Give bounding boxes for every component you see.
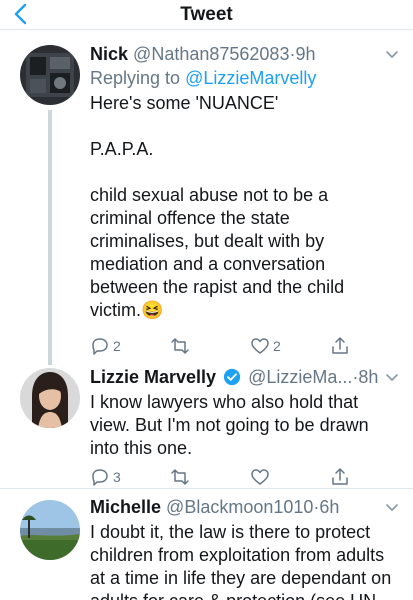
tweet-line: view. But I'm not going to be drawn — [90, 415, 369, 435]
share-icon — [332, 337, 348, 354]
tweet-header: Nick @Nathan87562083·9h — [90, 44, 403, 68]
chevron-down-icon[interactable] — [385, 371, 399, 385]
tweet-line: I know lawyers who also hold that — [90, 392, 359, 412]
chevron-down-icon[interactable] — [385, 48, 399, 62]
replying-to: Replying to @LizzieMarvelly — [90, 68, 403, 92]
retweet-icon — [171, 469, 189, 485]
reply-icon — [92, 338, 108, 355]
thread-line — [48, 110, 52, 365]
retweet-button[interactable] — [170, 335, 190, 357]
tweet-header: Lizzie Marvelly @LizzieMa...·8h — [90, 367, 403, 391]
retweet-button[interactable] — [170, 466, 190, 488]
page-title: Tweet — [180, 4, 233, 25]
share-icon — [332, 468, 348, 485]
reply-count: 3 — [113, 469, 121, 485]
tweet-lizzie[interactable]: Lizzie Marvelly @LizzieMa...·8h I know l… — [0, 365, 413, 490]
share-button[interactable] — [330, 335, 350, 357]
display-name[interactable]: Lizzie Marvelly — [90, 367, 216, 387]
tweet-line: criminal offence the state — [90, 208, 290, 228]
avatar[interactable] — [20, 45, 80, 105]
reply-button[interactable]: 3 — [90, 466, 121, 488]
timestamp: 6h — [319, 497, 340, 517]
like-button[interactable] — [250, 466, 270, 488]
avatar[interactable] — [20, 500, 80, 560]
top-nav-bar: Tweet — [0, 0, 413, 30]
tweet-line: into this one. — [90, 438, 193, 458]
replying-to-mention[interactable]: @LizzieMarvelly — [185, 68, 316, 88]
like-count: 2 — [273, 338, 281, 354]
tweet-line: at a time in life they are dependant on — [90, 568, 392, 588]
user-handle[interactable]: @Blackmoon1010 — [166, 497, 313, 517]
timestamp: 8h — [358, 367, 379, 387]
timestamp: 9h — [295, 44, 316, 64]
tweet-line: mediation and a conversation — [90, 254, 326, 274]
display-name[interactable]: Nick — [90, 44, 128, 64]
like-button[interactable]: 2 — [250, 335, 281, 357]
tweet-actions: 3 — [90, 466, 390, 488]
tweet-nick[interactable]: Nick @Nathan87562083·9h Replying to @Liz… — [0, 30, 413, 365]
tweet-line: between the rapist and the child — [90, 277, 345, 297]
tweet-line: P.A.P.A. — [90, 139, 154, 159]
tweet-text: I know lawyers who also hold that view. … — [90, 391, 403, 460]
tweet-line: Here's some 'NUANCE' — [90, 93, 279, 113]
heart-icon — [251, 469, 269, 485]
tweet-actions: 2 2 — [90, 335, 390, 357]
tweet-text: Here's some 'NUANCE' P.A.P.A. child sexu… — [90, 92, 403, 322]
share-button[interactable] — [330, 466, 350, 488]
tweet-michelle[interactable]: Michelle @Blackmoon1010·6h I doubt it, t… — [0, 489, 413, 600]
reply-count: 2 — [113, 338, 121, 354]
user-handle[interactable]: @LizzieMa... — [248, 367, 352, 387]
tweet-line: children from exploitation from adults — [90, 545, 385, 565]
tweet-header: Michelle @Blackmoon1010·6h — [90, 497, 403, 521]
tweet-line: child sexual abuse not to be a — [90, 185, 329, 205]
tweet-line: I doubt it, the law is there to protect — [90, 522, 371, 542]
display-name[interactable]: Michelle — [90, 497, 161, 517]
tweet-text: I doubt it, the law is there to protect … — [90, 521, 403, 600]
retweet-icon — [171, 338, 189, 354]
tweet-line: victim.😆 — [90, 300, 164, 320]
user-handle[interactable]: @Nathan87562083 — [133, 44, 289, 64]
tweet-line: adults for care & protection (see UN — [90, 590, 403, 600]
avatar[interactable] — [20, 368, 80, 428]
verified-badge-icon — [223, 368, 241, 386]
replying-to-label: Replying to — [90, 68, 181, 88]
chevron-down-icon[interactable] — [385, 501, 399, 515]
reply-icon — [92, 469, 108, 486]
tweet-line: criminalises, but dealt with by — [90, 231, 325, 251]
heart-icon — [251, 338, 269, 354]
reply-button[interactable]: 2 — [90, 335, 121, 357]
